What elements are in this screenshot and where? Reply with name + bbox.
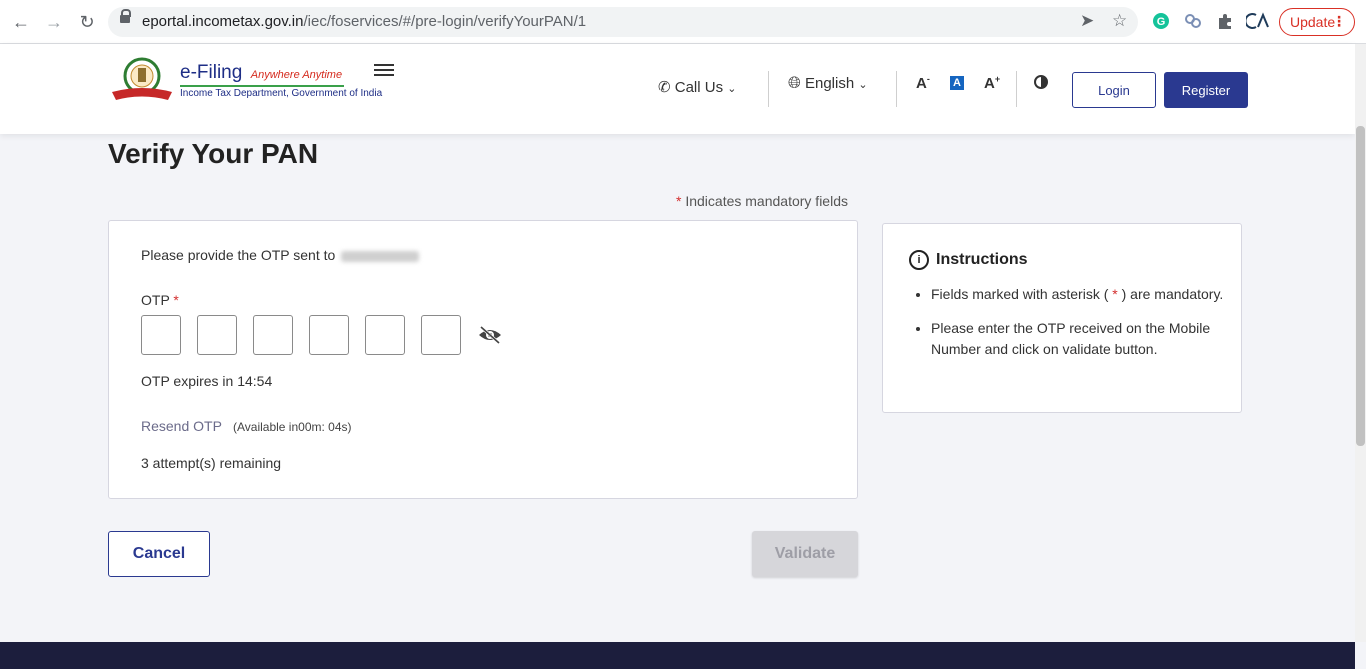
otp-digit-3-input[interactable] [253, 315, 293, 355]
svg-text:G: G [1157, 16, 1166, 28]
chevron-down-icon: ⌄ [858, 79, 868, 91]
font-decrease-button[interactable]: A- [916, 74, 930, 92]
attempts-remaining-text: 3 attempt(s) remaining [141, 455, 282, 471]
instructions-header: i Instructions [909, 250, 1028, 270]
link-extension-icon[interactable] [1182, 10, 1204, 32]
chevron-down-icon: ⌄ [727, 83, 737, 95]
font-normal-button[interactable]: A [950, 76, 964, 90]
instructions-panel: i Instructions Fields marked with asteri… [882, 223, 1242, 413]
send-icon[interactable]: ➤ [1080, 11, 1094, 31]
otp-card: Please provide the OTP sent to OTP * OTP… [108, 220, 858, 499]
language-dropdown[interactable]: 🌐︎ English ⌄ [788, 75, 868, 93]
grammarly-extension-icon[interactable]: G [1150, 10, 1172, 32]
reload-icon[interactable]: ↻ [75, 10, 99, 34]
call-us-dropdown[interactable]: ✆ Call Us ⌄ [658, 78, 736, 96]
info-icon: i [909, 250, 929, 270]
eye-slash-icon[interactable] [478, 325, 502, 345]
forward-icon[interactable]: → [42, 10, 66, 34]
contrast-toggle-icon[interactable] [1034, 75, 1048, 89]
cancel-button[interactable]: Cancel [108, 531, 210, 577]
divider [768, 71, 769, 107]
masked-mobile-number [341, 250, 420, 262]
otp-digit-5-input[interactable] [365, 315, 405, 355]
brand-tagline: Anywhere Anytime [250, 69, 343, 81]
page-footer [0, 642, 1355, 669]
otp-expiry-text: OTP expires in 14:54 [141, 373, 273, 389]
brand-block: e-Filing Anywhere Anytime Income Tax Dep… [180, 62, 382, 99]
login-button[interactable]: Login [1072, 72, 1156, 108]
otp-digit-2-input[interactable] [197, 315, 237, 355]
hamburger-menu-icon[interactable] [374, 64, 394, 78]
register-button[interactable]: Register [1164, 72, 1248, 108]
back-icon[interactable]: ← [9, 10, 33, 34]
instructions-list: Fields marked with asterisk ( * ) are ma… [909, 284, 1231, 373]
bookmark-star-icon[interactable]: ☆ [1112, 11, 1127, 31]
otp-sent-text: Please provide the OTP sent to [141, 247, 420, 263]
update-button[interactable]: Update ⋮ [1279, 8, 1355, 36]
browser-toolbar: ← → ↻ eportal.incometax.gov.in/iec/foser… [0, 0, 1366, 44]
instruction-item: Fields marked with asterisk ( * ) are ma… [931, 284, 1231, 305]
globe-icon: 🌐︎ [788, 75, 801, 92]
menu-dots-icon: ⋮ [1332, 13, 1346, 29]
lock-icon [120, 9, 131, 23]
divider [1016, 71, 1017, 107]
otp-digit-4-input[interactable] [309, 315, 349, 355]
income-tax-logo[interactable] [110, 56, 174, 102]
phone-icon: ✆ [658, 79, 671, 96]
address-bar[interactable]: eportal.incometax.gov.in/iec/foservices/… [108, 7, 1138, 37]
ca-extension-icon[interactable] [1245, 10, 1271, 32]
url-text: eportal.incometax.gov.in/iec/foservices/… [142, 13, 587, 30]
instruction-item: Please enter the OTP received on the Mob… [931, 318, 1231, 360]
otp-label: OTP * [141, 292, 179, 308]
scrollbar-thumb[interactable] [1356, 126, 1365, 446]
resend-availability-text: (Available in00m: 04s) [233, 420, 352, 434]
page-title: Verify Your PAN [108, 138, 319, 169]
site-header: e-Filing Anywhere Anytime Income Tax Dep… [0, 44, 1355, 134]
validate-button[interactable]: Validate [752, 531, 858, 577]
resend-otp-link[interactable]: Resend OTP [141, 418, 222, 434]
brand-subtitle: Income Tax Department, Government of Ind… [180, 88, 383, 99]
otp-digit-6-input[interactable] [421, 315, 461, 355]
instructions-title: Instructions [936, 251, 1028, 268]
divider [896, 71, 897, 107]
brand-title: e-Filing [180, 62, 243, 83]
font-increase-button[interactable]: A+ [984, 74, 1000, 92]
otp-digit-1-input[interactable] [141, 315, 181, 355]
mandatory-note: * Indicates mandatory fields [676, 193, 848, 209]
brand-divider [180, 85, 344, 87]
extensions-puzzle-icon[interactable] [1214, 10, 1236, 32]
